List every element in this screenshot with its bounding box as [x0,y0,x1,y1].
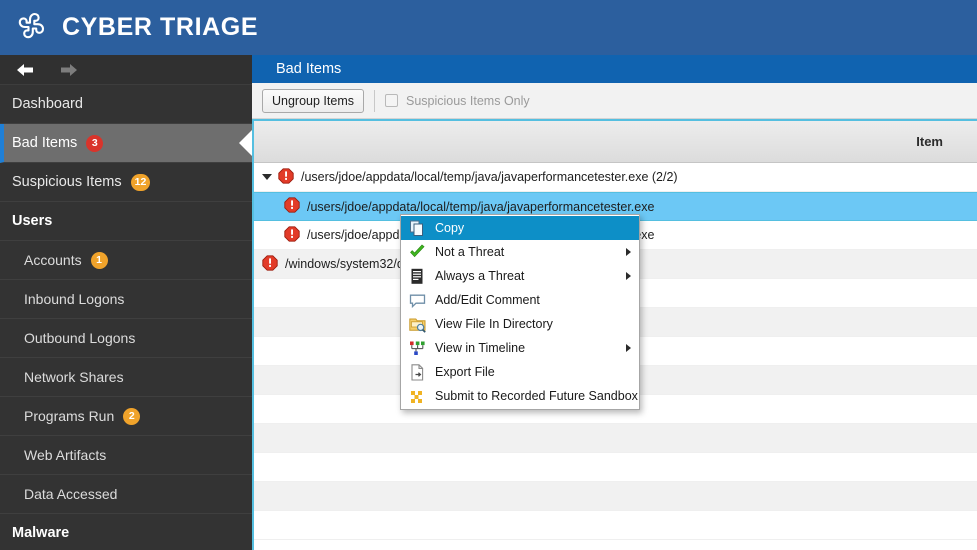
folder-search-icon [409,316,426,333]
table-row-path: /users/jdoe/appdata/local/temp/java/java… [301,170,678,184]
menu-item-not-a-threat[interactable]: Not a Threat [401,240,639,264]
sidebar-item-label: Accounts [24,252,82,268]
menu-item-copy[interactable]: Copy [401,216,639,240]
sidebar-item-badge: 3 [86,134,104,152]
sidebar-item-label: Programs Run [24,408,115,424]
suspicious-items-only-checkbox[interactable]: Suspicious Items Only [384,93,530,108]
sidebar-item-label: Data Accessed [24,486,118,502]
sidebar-item-label: Bad Items [12,135,78,151]
sidebar-item-accounts[interactable]: Accounts 1 [0,241,252,280]
error-octagon-icon [284,197,300,216]
sidebar-item-label: Network Shares [24,369,124,385]
menu-item-label: Always a Threat [435,269,525,283]
menu-item-export-file[interactable]: Export File [401,360,639,384]
suspicious-items-only-label: Suspicious Items Only [405,93,530,108]
sidebar-item-badge: 2 [123,407,141,425]
table-row-empty[interactable] [254,424,977,453]
green-check-icon [409,244,426,261]
menu-item-label: Export File [435,365,495,379]
pinwheel-logo-icon [10,8,50,48]
menu-item-label: Not a Threat [435,245,505,259]
table-row-path: /users/jdoe/appdata/local/temp/java/java… [307,199,655,214]
sidebar-item-programs-run[interactable]: Programs Run 2 [0,397,252,436]
comment-bubble-icon [409,292,426,309]
arrow-left-icon[interactable] [12,60,38,80]
submenu-arrow-icon [626,344,631,352]
sidebar-item-list: Dashboard Bad Items 3 Suspicious Items 12 Use… [0,85,252,550]
table-row-empty[interactable] [254,453,977,482]
sidebar-item-label: Users [12,213,53,229]
sidebar-item-users[interactable]: Users [0,202,252,241]
menu-item-label: Copy [435,221,465,235]
menu-item-view-file-in-directory[interactable]: View File In Directory [401,312,639,336]
sidebar-item-inbound-logons[interactable]: Inbound Logons [0,280,252,319]
sidebar-item-network-shares[interactable]: Network Shares [0,358,252,397]
error-octagon-icon [278,167,294,187]
sidebar-item-malware[interactable]: Malware [0,514,252,550]
sidebar-nav-bar [0,55,252,85]
timeline-tree-icon [409,340,426,357]
error-octagon-icon [284,225,300,245]
sidebar-item-label: Outbound Logons [24,330,136,346]
menu-item-view-in-timeline[interactable]: View in Timeline [401,336,639,360]
expand-collapse-icon[interactable] [262,174,272,180]
toolbar: Ungroup Items Suspicious Items Only [252,83,977,119]
menu-item-label: View in Timeline [435,341,526,355]
sidebar-item-outbound-logons[interactable]: Outbound Logons [0,319,252,358]
document-list-icon [409,268,426,285]
menu-item-label: View File In Directory [435,317,553,331]
sidebar-item-data-accessed[interactable]: Data Accessed [0,475,252,514]
application-window: CYBER TRIAGE Dashboard Bad Items 3 Suspicio… [0,0,977,550]
sidebar-item-label: Suspicious Items [12,174,122,190]
context-menu: Copy Not a Threat Always a Threat Add/Edit … [400,214,640,410]
column-header-item[interactable]: Item [916,134,943,149]
page-title: Bad Items [252,55,977,83]
sidebar-item-bad-items[interactable]: Bad Items 3 [0,124,252,163]
table-row[interactable]: /users/jdoe/appdata/local/temp/java/java… [254,163,977,192]
sidebar-item-label: Web Artifacts [24,447,107,463]
brand-title: CYBER TRIAGE [62,13,259,41]
sidebar-item-web-artifacts[interactable]: Web Artifacts [0,436,252,475]
checkbox-box-icon[interactable] [384,94,398,107]
menu-item-always-a-threat[interactable]: Always a Threat [401,264,639,288]
sidebar: Dashboard Bad Items 3 Suspicious Items 12 Use… [0,55,252,550]
menu-item-submit-to-recorded-future-sandbox[interactable]: Submit to Recorded Future Sandbox [401,384,639,408]
export-file-icon [409,363,426,381]
sandbox-dots-icon [409,388,426,405]
sidebar-item-label: Dashboard [12,96,83,112]
error-octagon-icon [262,254,278,274]
submenu-arrow-icon [626,248,631,256]
ungroup-items-button[interactable]: Ungroup Items [262,88,364,113]
table-header: Item [254,121,977,163]
sidebar-item-badge: 1 [90,251,108,269]
selected-pointer-icon [239,130,252,156]
sidebar-item-label: Inbound Logons [24,291,125,307]
table-row-empty[interactable] [254,482,977,511]
submenu-arrow-icon [626,272,631,280]
arrow-right-icon[interactable] [56,60,82,80]
sidebar-item-label: Malware [12,525,70,541]
copy-icon [409,220,426,237]
toolbar-divider [373,89,375,112]
menu-item-label: Add/Edit Comment [435,293,540,307]
sidebar-item-suspicious-items[interactable]: Suspicious Items 12 [0,163,252,202]
menu-item-add-edit-comment[interactable]: Add/Edit Comment [401,288,639,312]
menu-item-label: Submit to Recorded Future Sandbox [435,389,638,403]
sidebar-item-badge: 12 [130,173,151,191]
sidebar-item-dashboard[interactable]: Dashboard [0,85,252,124]
table-row-empty[interactable] [254,511,977,540]
brand-header: CYBER TRIAGE [0,0,977,55]
